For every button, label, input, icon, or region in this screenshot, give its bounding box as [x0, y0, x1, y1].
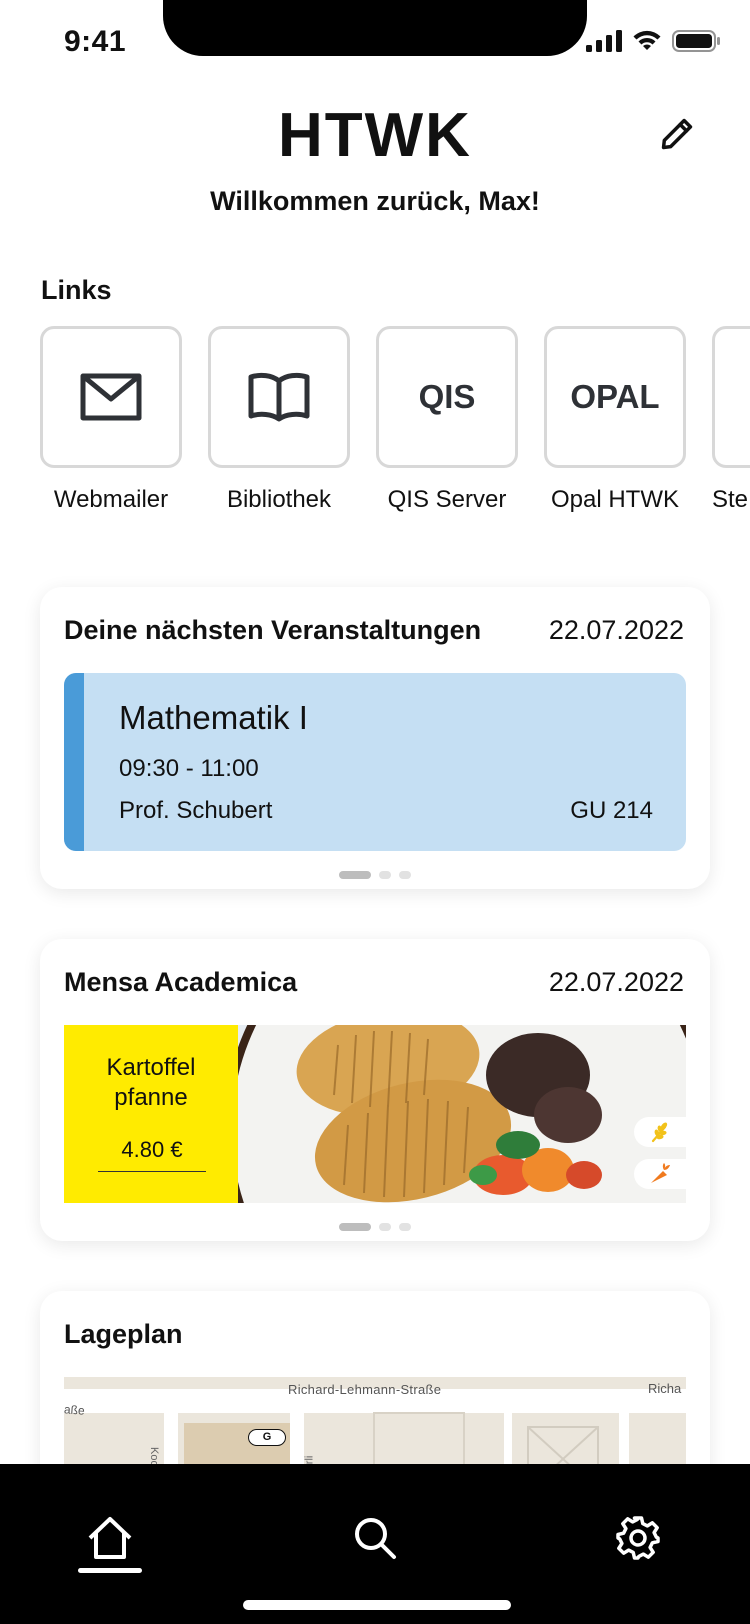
meal-photo — [238, 1025, 686, 1203]
mensa-card-date: 22.07.2022 — [548, 967, 684, 997]
page-dot[interactable] — [379, 1223, 391, 1231]
tab-search[interactable] — [345, 1508, 405, 1568]
map-street-label: Richard-Lehmann-Straße — [288, 1382, 442, 1397]
event-item[interactable]: Mathematik I 09:30 - 11:00 Prof. Schuber… — [64, 673, 686, 851]
tab-settings[interactable] — [608, 1508, 668, 1568]
book-icon — [248, 372, 310, 422]
tab-bar — [0, 1464, 750, 1624]
link-label: Opal HTWK — [550, 486, 679, 513]
events-card-title: Deine nächsten Veranstaltungen — [64, 615, 482, 645]
app-title: HTWK — [278, 101, 472, 170]
meal-item[interactable]: Kartoffel pfanne 4.80 € — [64, 1025, 686, 1203]
link-label: Ste — [712, 486, 749, 513]
link-partial[interactable]: Ste — [712, 326, 750, 514]
meal-price: 4.80 € — [98, 1137, 206, 1172]
mensa-card[interactable]: Mensa Academica 22.07.2022 Kartoffel pfa… — [40, 939, 710, 1241]
link-bibliothek[interactable]: Bibliothek — [208, 326, 350, 514]
link-qis-server[interactable]: QIS QIS Server — [376, 326, 518, 514]
tab-home[interactable] — [80, 1508, 140, 1568]
search-icon — [355, 1518, 396, 1559]
link-tile[interactable] — [40, 326, 182, 468]
qis-tile-text: QIS — [418, 378, 476, 415]
mensa-page-indicator[interactable] — [40, 1223, 710, 1231]
page-dot[interactable] — [379, 871, 391, 879]
map-street-label: Richa — [648, 1381, 682, 1396]
link-tile[interactable] — [712, 326, 750, 468]
event-professor: Prof. Schubert — [119, 797, 273, 824]
link-tile[interactable]: OPAL — [544, 326, 686, 468]
status-time: 9:41 — [64, 25, 127, 58]
wheat-icon — [651, 1122, 668, 1143]
link-tile[interactable] — [208, 326, 350, 468]
meal-name: Kartoffel pfanne — [64, 1053, 238, 1113]
event-color-bar — [64, 673, 84, 851]
status-bar: 9:41 — [0, 0, 750, 90]
meal-name-line1: Kartoffel — [106, 1054, 196, 1081]
page-dot[interactable] — [339, 871, 371, 879]
links-section-title: Links — [41, 275, 112, 305]
event-name: Mathematik I — [119, 699, 308, 736]
mensa-card-title: Mensa Academica — [64, 967, 298, 997]
events-page-indicator[interactable] — [40, 871, 710, 879]
page-dot[interactable] — [399, 871, 411, 879]
event-time: 09:30 - 11:00 — [119, 755, 259, 782]
diet-badge-vegetarian — [634, 1117, 686, 1147]
page-dot[interactable] — [399, 1223, 411, 1231]
map-building-marker[interactable]: G — [248, 1429, 286, 1446]
device-notch — [163, 0, 587, 56]
link-webmailer[interactable]: Webmailer — [40, 326, 182, 514]
lageplan-card[interactable]: Lageplan Richard-Lehmann-Straße Richa aß… — [40, 1291, 710, 1491]
status-icons — [586, 30, 720, 52]
active-tab-indicator — [78, 1568, 142, 1573]
home-icon — [88, 1517, 132, 1559]
meal-name-line2: pfanne — [114, 1084, 188, 1111]
event-room: GU 214 — [570, 797, 653, 824]
events-card[interactable]: Deine nächsten Veranstaltungen 22.07.202… — [40, 587, 710, 889]
link-label: Bibliothek — [226, 486, 332, 513]
link-label: Webmailer — [53, 486, 169, 513]
battery-icon — [672, 30, 720, 52]
wifi-icon — [633, 30, 661, 50]
page-dot[interactable] — [339, 1223, 371, 1231]
lageplan-card-title: Lageplan — [64, 1319, 183, 1349]
carrot-icon — [651, 1163, 670, 1183]
cellular-signal-icon — [586, 30, 622, 52]
links-carousel[interactable]: Webmailer Bibliothek QIS QIS Server OPAL… — [40, 326, 750, 526]
link-opal[interactable]: OPAL Opal HTWK — [544, 326, 686, 514]
welcome-message: Willkommen zurück, Max! — [210, 186, 540, 216]
mail-icon — [80, 373, 142, 421]
edit-button[interactable] — [655, 112, 699, 156]
settings-icon — [616, 1516, 660, 1560]
pencil-icon — [661, 118, 693, 150]
meal-info: Kartoffel pfanne 4.80 € — [64, 1025, 238, 1203]
link-label: QIS Server — [387, 486, 507, 513]
home-indicator — [243, 1600, 511, 1610]
diet-badge-vegan — [634, 1159, 686, 1189]
opal-tile-text: OPAL — [570, 378, 660, 415]
link-tile[interactable]: QIS — [376, 326, 518, 468]
events-card-date: 22.07.2022 — [548, 615, 684, 645]
map-street-label: aße — [64, 1402, 86, 1418]
